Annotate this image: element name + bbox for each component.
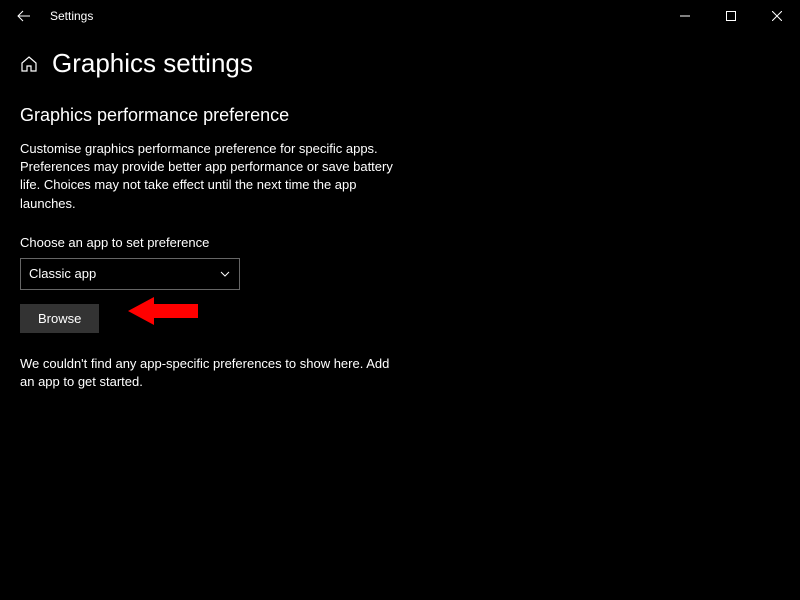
- close-button[interactable]: [754, 0, 800, 32]
- close-icon: [772, 11, 782, 21]
- empty-state-text: We couldn't find any app-specific prefer…: [20, 355, 400, 391]
- home-icon: [20, 55, 38, 73]
- back-button[interactable]: [8, 0, 40, 32]
- back-arrow-icon: [17, 9, 31, 23]
- description-text: Customise graphics performance preferenc…: [20, 140, 400, 213]
- minimize-icon: [680, 11, 690, 21]
- page-header: Graphics settings: [20, 48, 780, 79]
- home-button[interactable]: [20, 55, 38, 73]
- browse-button[interactable]: Browse: [20, 304, 99, 333]
- page-title: Graphics settings: [52, 48, 253, 79]
- minimize-button[interactable]: [662, 0, 708, 32]
- chevron-down-icon: [219, 268, 231, 280]
- app-type-select[interactable]: Classic app: [20, 258, 240, 290]
- select-value: Classic app: [29, 266, 96, 281]
- titlebar: Settings: [0, 0, 800, 32]
- section-title: Graphics performance preference: [20, 105, 780, 126]
- window-title: Settings: [50, 9, 93, 23]
- select-label: Choose an app to set preference: [20, 235, 780, 250]
- content-area: Graphics settings Graphics performance p…: [0, 32, 800, 411]
- maximize-icon: [726, 11, 736, 21]
- maximize-button[interactable]: [708, 0, 754, 32]
- window-controls: [662, 0, 800, 32]
